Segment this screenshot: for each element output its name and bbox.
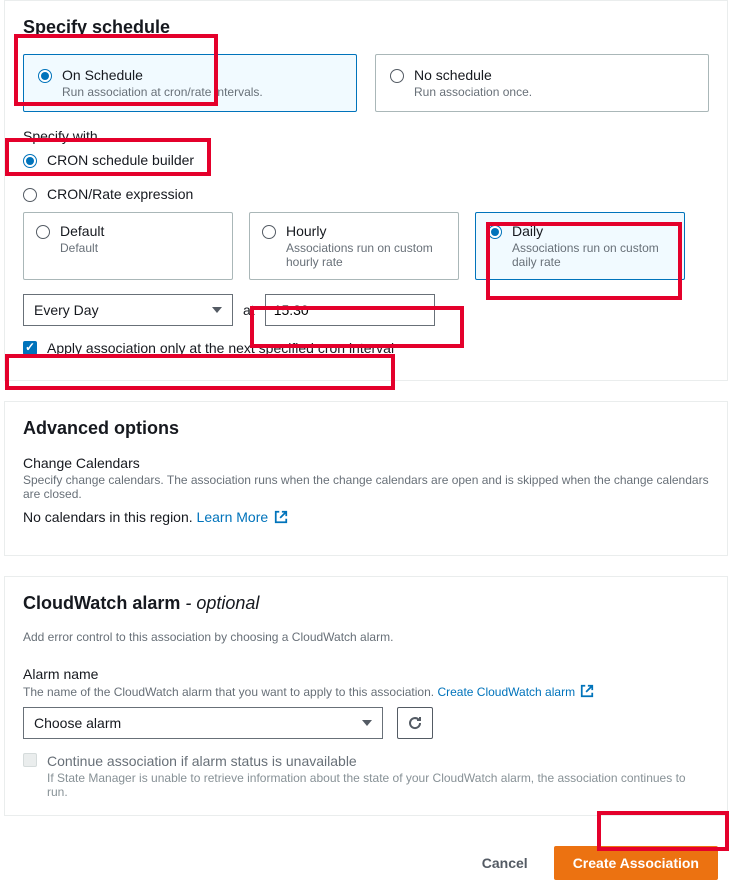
- daily-desc: Associations run on custom daily rate: [512, 241, 672, 269]
- on-schedule-radio[interactable]: [38, 69, 52, 83]
- chevron-down-icon: [362, 720, 372, 726]
- default-radio[interactable]: [36, 225, 50, 239]
- specify-schedule-title: Specify schedule: [23, 17, 709, 38]
- specify-schedule-panel: Specify schedule On Schedule Run associa…: [4, 0, 728, 381]
- cron-rate-expr-radio[interactable]: [23, 188, 37, 202]
- time-input[interactable]: [265, 294, 435, 326]
- hourly-title: Hourly: [286, 223, 446, 239]
- refresh-icon: [407, 715, 423, 731]
- default-card[interactable]: Default Default: [23, 212, 233, 280]
- refresh-button[interactable]: [397, 707, 433, 739]
- on-schedule-desc: Run association at cron/rate intervals.: [62, 85, 263, 99]
- hourly-card[interactable]: Hourly Associations run on custom hourly…: [249, 212, 459, 280]
- chevron-down-icon: [212, 307, 222, 313]
- no-schedule-label: No schedule: [414, 67, 532, 83]
- cloudwatch-alarm-desc: Add error control to this association by…: [23, 630, 709, 644]
- default-desc: Default: [60, 241, 104, 255]
- alarm-name-label: Alarm name: [23, 666, 709, 682]
- daily-radio[interactable]: [488, 225, 502, 239]
- cron-rate-expr-option[interactable]: CRON/Rate expression: [23, 186, 709, 202]
- day-select-value: Every Day: [34, 302, 99, 318]
- advanced-options-panel: Advanced options Change Calendars Specif…: [4, 401, 728, 556]
- external-link-icon: [580, 684, 594, 698]
- no-schedule-radio[interactable]: [390, 69, 404, 83]
- apply-next-label: Apply association only at the next speci…: [47, 340, 394, 356]
- learn-more-link[interactable]: Learn More: [197, 509, 288, 525]
- continue-association-option: Continue association if alarm status is …: [23, 753, 709, 799]
- on-schedule-card[interactable]: On Schedule Run association at cron/rate…: [23, 54, 357, 112]
- cancel-button[interactable]: Cancel: [470, 847, 540, 879]
- cron-builder-label: CRON schedule builder: [47, 152, 194, 168]
- default-title: Default: [60, 223, 104, 239]
- no-schedule-card[interactable]: No schedule Run association once.: [375, 54, 709, 112]
- no-calendars-text: No calendars in this region.: [23, 509, 197, 525]
- change-calendars-desc: Specify change calendars. The associatio…: [23, 473, 709, 501]
- no-calendars-line: No calendars in this region. Learn More: [23, 509, 709, 525]
- footer-actions: Cancel Create Association: [0, 836, 732, 896]
- cloudwatch-alarm-title: CloudWatch alarm - optional: [23, 593, 709, 614]
- time-row: Every Day at: [23, 294, 709, 326]
- alarm-select[interactable]: Choose alarm: [23, 707, 383, 739]
- create-cloudwatch-alarm-link[interactable]: Create CloudWatch alarm: [437, 685, 594, 699]
- daily-card[interactable]: Daily Associations run on custom daily r…: [475, 212, 685, 280]
- continue-association-label: Continue association if alarm status is …: [47, 753, 709, 769]
- cloudwatch-alarm-panel: CloudWatch alarm - optional Add error co…: [4, 576, 728, 816]
- external-link-icon: [274, 510, 288, 524]
- specify-with-label: Specify with: [23, 128, 709, 144]
- daily-title: Daily: [512, 223, 672, 239]
- apply-next-checkbox[interactable]: [23, 341, 37, 355]
- cron-builder-radio[interactable]: [23, 154, 37, 168]
- at-label: at: [243, 302, 255, 318]
- no-schedule-desc: Run association once.: [414, 85, 532, 99]
- cron-rate-expr-label: CRON/Rate expression: [47, 186, 193, 202]
- continue-association-desc: If State Manager is unable to retrieve i…: [47, 771, 709, 799]
- hourly-desc: Associations run on custom hourly rate: [286, 241, 446, 269]
- on-schedule-label: On Schedule: [62, 67, 263, 83]
- apply-next-option[interactable]: Apply association only at the next speci…: [23, 340, 709, 356]
- alarm-name-desc: The name of the CloudWatch alarm that yo…: [23, 684, 709, 699]
- change-calendars-label: Change Calendars: [23, 455, 709, 471]
- schedule-mode-cards: On Schedule Run association at cron/rate…: [23, 54, 709, 112]
- advanced-options-title: Advanced options: [23, 418, 709, 439]
- frequency-cards: Default Default Hourly Associations run …: [23, 212, 709, 280]
- continue-association-checkbox: [23, 753, 37, 767]
- alarm-select-value: Choose alarm: [34, 715, 121, 731]
- hourly-radio[interactable]: [262, 225, 276, 239]
- cron-builder-option[interactable]: CRON schedule builder: [23, 152, 709, 168]
- create-association-button[interactable]: Create Association: [554, 846, 718, 880]
- day-select[interactable]: Every Day: [23, 294, 233, 326]
